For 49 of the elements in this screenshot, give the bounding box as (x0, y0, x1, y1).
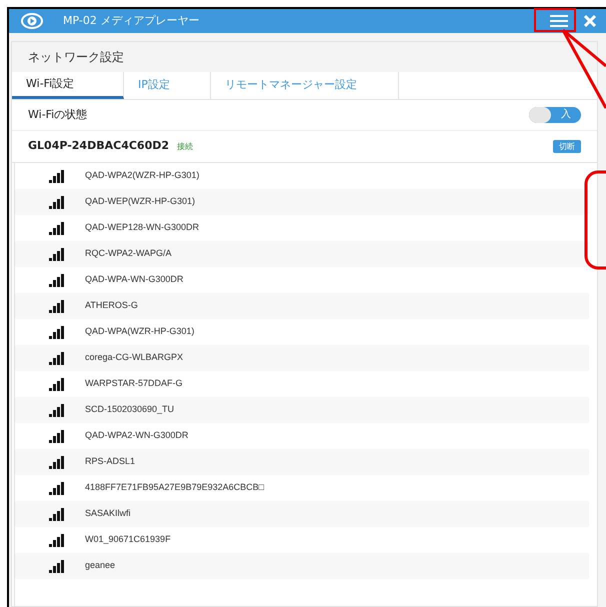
signal-icon (49, 274, 65, 286)
signal-icon (49, 248, 65, 260)
network-name: WARPSTAR-57DDAF-G (85, 377, 183, 390)
network-name: RPS-ADSL1 (85, 455, 136, 468)
network-row[interactable]: SCD-1502030690_TU (15, 397, 589, 423)
network-row[interactable]: RQC-WPA2-WAPG/A (15, 241, 589, 267)
network-name: QAD-WPA(WZR-HP-G301) (85, 325, 194, 338)
signal-icon (49, 404, 65, 416)
signal-icon (49, 222, 65, 234)
signal-icon (49, 196, 65, 208)
network-name: QAD-WPA-WN-G300DR (85, 273, 184, 286)
network-row[interactable]: corega-CG-WLBARGPX (15, 345, 589, 371)
signal-icon (49, 560, 65, 572)
wifi-status-label: Wi-Fiの状態 (28, 106, 88, 123)
network-name: QAD-WEP128-WN-G300DR (85, 221, 200, 234)
network-row[interactable]: QAD-WEP(WZR-HP-G301) (15, 189, 589, 215)
network-name: QAD-WPA2(WZR-HP-G301) (85, 169, 200, 182)
network-name: W01_90671C61939F (85, 533, 171, 546)
signal-icon (49, 456, 65, 468)
network-name: corega-CG-WLBARGPX (85, 351, 184, 364)
network-name: SASAKIlwfi (85, 507, 131, 520)
close-icon[interactable] (584, 15, 596, 27)
menu-icon[interactable] (550, 15, 568, 27)
network-row[interactable]: RPS-ADSL1 (15, 449, 589, 475)
signal-icon (49, 378, 65, 390)
network-name: geanee (85, 559, 116, 572)
signal-icon (49, 170, 65, 182)
network-row[interactable]: ATHEROS-G (15, 293, 589, 319)
network-row[interactable]: SASAKIlwfi (15, 501, 589, 527)
signal-icon (49, 482, 65, 494)
network-name: QAD-WEP(WZR-HP-G301) (85, 195, 195, 208)
signal-icon (49, 430, 65, 442)
signal-icon (49, 534, 65, 546)
connection-status: 接続 (177, 140, 194, 152)
tab[interactable]: Wi-Fi設定 (12, 72, 124, 99)
signal-icon (49, 300, 65, 312)
signal-icon (49, 326, 65, 338)
window-title: MP-02 メディアプレーヤー (63, 12, 200, 29)
network-name: QAD-WPA2-WN-G300DR (85, 429, 188, 442)
network-name: SCD-1502030690_TU (85, 403, 174, 416)
signal-icon (49, 352, 65, 364)
connected-ssid: GL04P-24DBAC4C60D2 (28, 138, 170, 154)
network-name: ATHEROS-G (85, 299, 138, 312)
signal-icon (49, 508, 65, 520)
section-title: ネットワーク設定 (28, 49, 124, 66)
network-name: RQC-WPA2-WAPG/A (85, 247, 172, 260)
network-row[interactable]: geanee (15, 553, 589, 579)
play-logo-icon (21, 13, 43, 29)
network-name: 4188FF7E71FB95A27E9B79E932A6CBCB□ (85, 481, 264, 494)
